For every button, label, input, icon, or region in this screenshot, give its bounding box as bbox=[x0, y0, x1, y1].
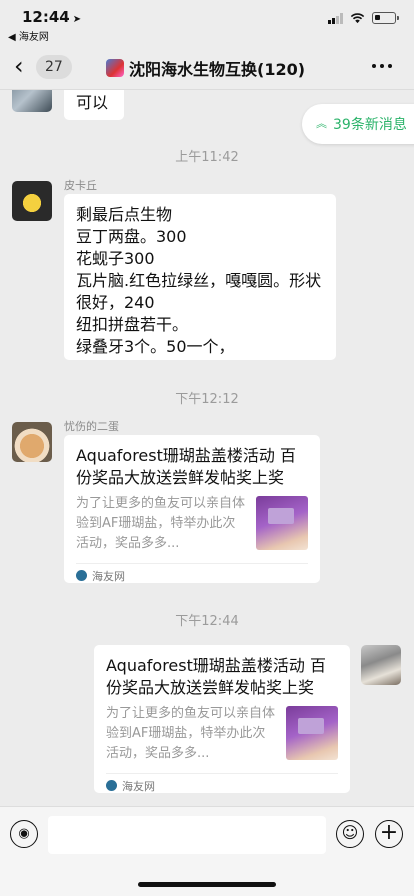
link-title: Aquaforest珊瑚盐盖楼活动 百份奖品大放送尝鲜发帖奖上奖 bbox=[76, 446, 296, 487]
sender-avatar[interactable] bbox=[12, 422, 52, 462]
message-input[interactable] bbox=[48, 816, 326, 854]
link-description: 为了让更多的鱼友可以亲自体验到AF珊瑚盐，特举办此次活动，奖品多多... bbox=[76, 496, 246, 551]
add-attachment-icon[interactable]: + bbox=[375, 820, 403, 848]
link-body: 为了让更多的鱼友可以亲自体验到AF珊瑚盐，特举办此次活动，奖品多多... bbox=[106, 704, 338, 764]
status-bar: 12:44 ➤ ◀ 海友网 bbox=[0, 0, 414, 44]
timestamp: 下午12:12 bbox=[175, 392, 239, 407]
chat-header: ‹ 27 沈阳海水生物互换(120) bbox=[0, 44, 414, 90]
link-source-label: 海友网 bbox=[122, 779, 155, 793]
double-chevron-up-icon: ︽ bbox=[316, 117, 327, 130]
location-arrow-icon: ➤ bbox=[72, 14, 82, 25]
sender-name: 忧伤的二蛋 bbox=[64, 420, 119, 433]
link-description: 为了让更多的鱼友可以亲自体验到AF珊瑚盐，特举办此次活动，奖品多多... bbox=[106, 706, 276, 761]
unread-count-badge[interactable]: 27 bbox=[36, 55, 72, 79]
source-logo-icon bbox=[106, 780, 117, 791]
link-card[interactable]: Aquaforest珊瑚盐盖楼活动 百份奖品大放送尝鲜发帖奖上奖 为了让更多的鱼… bbox=[94, 645, 350, 793]
voice-input-icon[interactable]: ◉ bbox=[10, 820, 38, 848]
link-card[interactable]: Aquaforest珊瑚盐盖楼活动 百份奖品大放送尝鲜发帖奖上奖 为了让更多的鱼… bbox=[64, 435, 320, 583]
back-to-app-link[interactable]: ◀ 海友网 bbox=[8, 28, 49, 43]
chat-title: 沈阳海水生物互换(120) bbox=[129, 60, 306, 79]
link-source: 海友网 bbox=[76, 563, 308, 587]
group-logo-icon bbox=[106, 59, 124, 77]
message-bubble[interactable]: 剩最后点生物 豆丁两盘。300 花蚬子300 瓦片脑.红色拉绿丝，嘎嘎圆。形状很… bbox=[64, 194, 336, 360]
signal-icon bbox=[328, 12, 343, 24]
home-indicator[interactable] bbox=[138, 882, 276, 887]
status-icons bbox=[328, 12, 399, 24]
link-title: Aquaforest珊瑚盐盖楼活动 百份奖品大放送尝鲜发帖奖上奖 bbox=[106, 656, 326, 697]
sender-name: 皮卡丘 bbox=[64, 179, 97, 192]
chat-title-group: 沈阳海水生物互换(120) bbox=[106, 56, 305, 80]
sender-avatar[interactable] bbox=[12, 90, 52, 112]
more-options-icon[interactable] bbox=[372, 64, 392, 68]
emoji-icon[interactable]: ☺ bbox=[336, 820, 364, 848]
new-messages-label: 39条新消息 bbox=[333, 117, 407, 133]
timestamp: 下午12:44 bbox=[175, 614, 239, 629]
new-messages-button[interactable]: ︽ 39条新消息 bbox=[302, 104, 414, 144]
battery-icon bbox=[372, 12, 399, 24]
my-avatar[interactable] bbox=[361, 645, 401, 685]
link-thumbnail bbox=[286, 706, 338, 760]
chat-message-list[interactable]: 可以 ︽ 39条新消息 上午11:42 皮卡丘 剩最后点生物 豆丁两盘。300 … bbox=[0, 90, 414, 806]
link-thumbnail bbox=[256, 496, 308, 550]
status-time: 12:44 ➤ bbox=[22, 8, 81, 26]
source-logo-icon bbox=[76, 570, 87, 581]
link-source: 海友网 bbox=[106, 773, 338, 797]
link-body: 为了让更多的鱼友可以亲自体验到AF珊瑚盐，特举办此次活动，奖品多多... bbox=[76, 494, 308, 554]
sender-avatar[interactable] bbox=[12, 181, 52, 221]
wifi-icon bbox=[350, 12, 365, 23]
message-bubble[interactable]: 可以 bbox=[64, 90, 124, 120]
clock-text: 12:44 bbox=[22, 8, 70, 26]
back-chevron-icon[interactable]: ‹ bbox=[14, 54, 38, 80]
timestamp: 上午11:42 bbox=[175, 150, 239, 165]
link-source-label: 海友网 bbox=[92, 569, 125, 583]
